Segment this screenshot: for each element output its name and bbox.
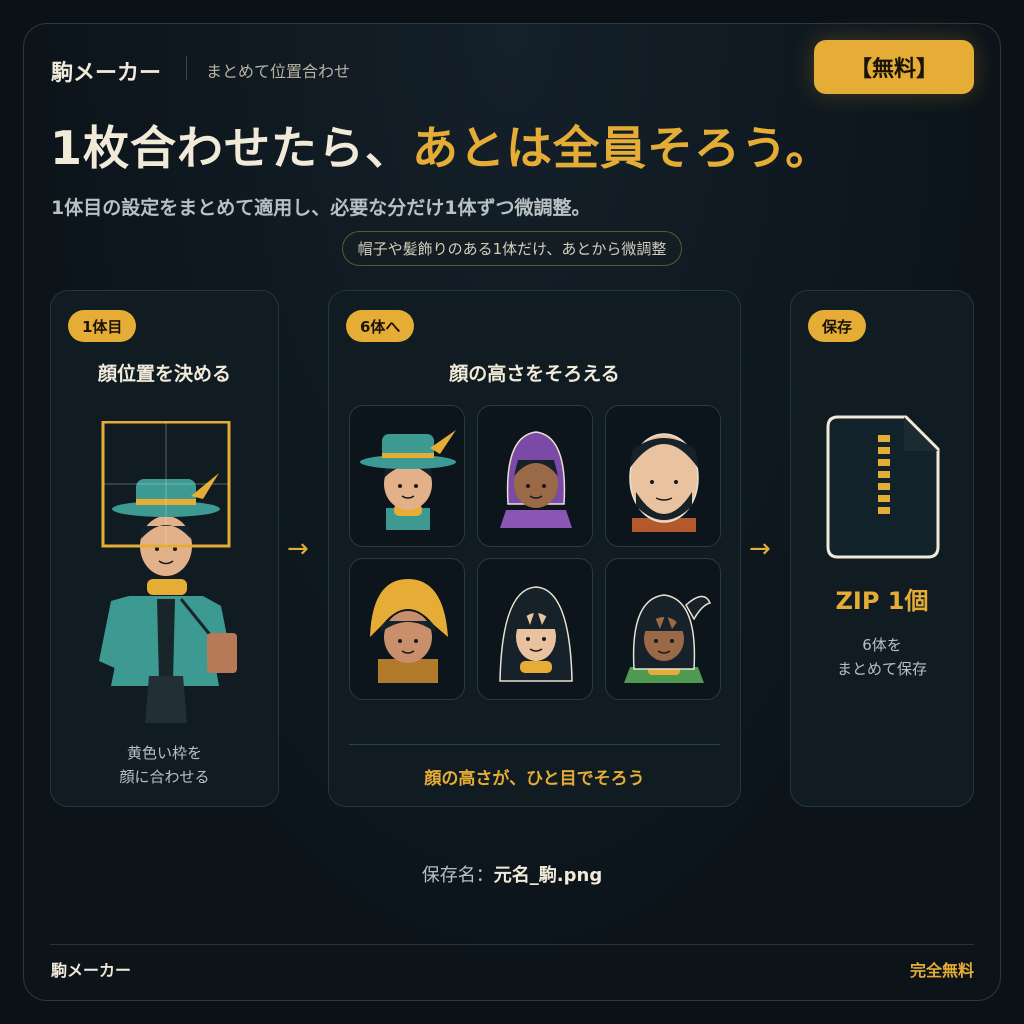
- hood-character-icon: [500, 431, 572, 528]
- long-hair-character-icon: [499, 586, 573, 682]
- step2-footer: 顔の高さが、ひと目でそろう: [424, 769, 645, 789]
- helmet-character-icon: [370, 579, 448, 683]
- character-figure-icon: [99, 421, 237, 723]
- headline-part1: 1枚合わせたら、: [50, 121, 413, 175]
- headline-part2: あとは全員そろう。: [412, 121, 833, 175]
- step2-divider: [349, 744, 720, 745]
- character-avatar-1: [349, 405, 465, 547]
- step3-note-line2: まとめて保存: [836, 660, 927, 678]
- brand-logo: 駒メーカー: [51, 61, 162, 86]
- step1-tag: 1体目: [68, 310, 137, 342]
- character-avatar-2: [477, 405, 593, 547]
- header-divider: [186, 56, 187, 80]
- bearded-character-icon: [629, 433, 699, 532]
- brand-subtitle: まとめて位置合わせ: [206, 62, 351, 81]
- save-name-value: 元名_駒.png: [493, 865, 603, 886]
- step1-note-line2: 顔に合わせる: [119, 768, 210, 786]
- step1-note: 黄色い枠を 顔に合わせる: [51, 741, 278, 789]
- zip-file-icon: [826, 415, 940, 559]
- character-avatar-3: [605, 405, 721, 547]
- tip-pill: 帽子や髪飾りのある1体だけ、あとから微調整: [342, 231, 682, 266]
- arrow-right-icon: →: [749, 534, 771, 564]
- free-badge: 【無料】: [814, 40, 974, 94]
- footer-brand: 駒メーカー: [51, 961, 132, 980]
- arrow-right-icon: →: [287, 534, 309, 564]
- step2-tag: 6体へ: [346, 310, 415, 342]
- character-avatar-5: [477, 558, 593, 700]
- headline: 1枚合わせたら、あとは全員そろう。: [50, 112, 832, 178]
- step3-card: 保存 ZIP 1個 6体を まとめて保存: [790, 290, 974, 807]
- step2-title: 顔の高さをそろえる: [449, 363, 620, 385]
- zip-title: ZIP 1個: [835, 587, 929, 615]
- footer-free-label: 完全無料: [909, 961, 974, 980]
- step2-card: 6体へ 顔の高さをそろえる 顔の高さが、ひと目でそろう: [328, 290, 741, 807]
- ponytail-character-icon: [624, 594, 712, 683]
- step1-title: 顔位置を決める: [97, 363, 231, 385]
- hat-character-icon: [360, 430, 456, 530]
- step3-note-line1: 6体を: [862, 636, 902, 654]
- character-avatar-4: [349, 558, 465, 700]
- step3-tag: 保存: [808, 310, 867, 342]
- subline: 1体目の設定をまとめて適用し、必要な分だけ1体ずつ微調整。: [51, 197, 591, 219]
- step1-card: 1体目 顔位置を決める 黄色い枠を 顔に合わせる: [50, 290, 279, 807]
- character-avatar-6: [605, 558, 721, 700]
- save-name: 保存名：元名_駒.png: [0, 861, 1024, 887]
- step3-note: 6体を まとめて保存: [791, 633, 973, 681]
- footer-divider: [50, 944, 974, 945]
- save-name-label: 保存名：: [421, 865, 494, 886]
- step1-note-line1: 黄色い枠を: [126, 744, 202, 762]
